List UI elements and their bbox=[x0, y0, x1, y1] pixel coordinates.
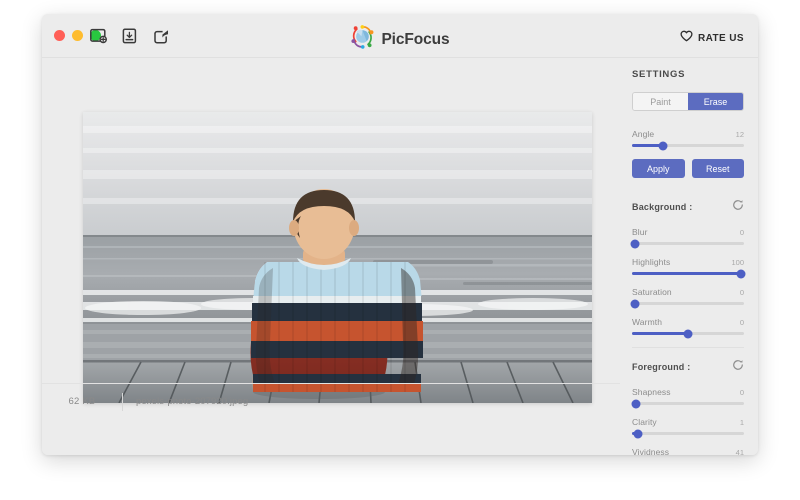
foreground-title: Foreground : bbox=[632, 362, 691, 372]
slider-bg-warmth-label: Warmth bbox=[632, 317, 663, 327]
slider-clarity-knob[interactable] bbox=[633, 429, 643, 438]
statusbar: 62 KB pexels-photo-207920.jpeg bbox=[42, 383, 620, 419]
slider-sharpness-value: 0 bbox=[739, 388, 744, 397]
slider-bg-warmth-head: Warmth 0 bbox=[632, 317, 744, 327]
refresh-icon[interactable] bbox=[732, 358, 744, 376]
foreground-section: Foreground : Shapness 0 Clarity 1 Vividn… bbox=[631, 358, 744, 455]
save-photo-icon[interactable] bbox=[119, 25, 141, 47]
titlebar: PicFocus RATE US bbox=[42, 14, 758, 58]
mode-segmented-control: Paint Erase bbox=[632, 92, 744, 111]
slider-vividness: Vividness 41 bbox=[632, 447, 744, 455]
slider-highlights-value: 100 bbox=[731, 258, 744, 267]
apply-button[interactable]: Apply bbox=[632, 159, 685, 178]
share-icon[interactable] bbox=[150, 25, 172, 47]
slider-clarity-track[interactable] bbox=[632, 429, 744, 438]
slider-sharpness: Shapness 0 bbox=[631, 387, 744, 408]
picfocus-logo-icon bbox=[350, 25, 374, 54]
window-body: 62 KB pexels-photo-207920.jpeg SETTINGS … bbox=[42, 58, 758, 455]
slider-blur-value: 0 bbox=[739, 228, 744, 237]
slider-highlights-fill bbox=[632, 272, 742, 275]
angle-slider-head: Angle 12 bbox=[632, 129, 744, 139]
angle-slider-track[interactable] bbox=[632, 141, 744, 150]
brand: PicFocus bbox=[350, 25, 450, 54]
slider-highlights-knob[interactable] bbox=[736, 269, 746, 278]
slider-saturation-knob[interactable] bbox=[630, 299, 640, 308]
background-title: Background : bbox=[632, 202, 693, 212]
slider-vividness-value: 41 bbox=[735, 448, 744, 455]
background-section: Background : Blur 0 Highlights 100 Satur… bbox=[630, 198, 746, 338]
slider-clarity-value: 1 bbox=[739, 418, 744, 427]
angle-slider-knob[interactable] bbox=[658, 141, 668, 150]
background-sliders: Blur 0 Highlights 100 Saturation 0 Warmt… bbox=[630, 227, 746, 338]
slider-bg-warmth-fill bbox=[632, 332, 688, 335]
slider-sharpness-track[interactable] bbox=[631, 399, 744, 408]
slider-saturation-label: Saturation bbox=[632, 287, 672, 297]
close-button[interactable] bbox=[54, 30, 65, 41]
rate-us-button[interactable]: RATE US bbox=[680, 29, 744, 47]
angle-value: 12 bbox=[735, 130, 744, 139]
slider-blur-track[interactable] bbox=[630, 239, 744, 248]
file-name: pexels-photo-207920.jpeg bbox=[136, 396, 249, 407]
slider-vividness-head: Vividness 41 bbox=[632, 447, 744, 455]
slider-saturation-track[interactable] bbox=[630, 299, 744, 308]
slider-sharpness-knob[interactable] bbox=[631, 399, 641, 408]
slider-clarity-label: Clarity bbox=[632, 417, 657, 427]
action-buttons: Apply Reset bbox=[632, 159, 744, 178]
settings-title: SETTINGS bbox=[632, 69, 686, 80]
foreground-section-head: Foreground : bbox=[632, 358, 744, 376]
angle-label: Angle bbox=[632, 129, 655, 139]
slider-saturation: Saturation 0 bbox=[630, 287, 744, 308]
slider-blur: Blur 0 bbox=[630, 227, 744, 248]
slider-blur-head: Blur 0 bbox=[632, 227, 744, 237]
canvas-area: 62 KB pexels-photo-207920.jpeg bbox=[42, 58, 620, 419]
slider-highlights: Highlights 100 bbox=[632, 257, 746, 278]
foreground-sliders: Shapness 0 Clarity 1 Vividness 41 bbox=[631, 387, 744, 455]
mode-erase-button[interactable]: Erase bbox=[688, 93, 743, 110]
toolbar bbox=[88, 25, 172, 47]
section-divider bbox=[632, 347, 744, 348]
mode-paint-button[interactable]: Paint bbox=[633, 93, 688, 110]
slider-saturation-head: Saturation 0 bbox=[632, 287, 744, 297]
slider-bg-warmth: Warmth 0 bbox=[632, 317, 744, 338]
app-window: PicFocus RATE US 62 KB pexels-photo-2079… bbox=[42, 14, 758, 455]
photo-image bbox=[83, 112, 592, 403]
app-root: PicFocus RATE US 62 KB pexels-photo-2079… bbox=[0, 0, 800, 500]
slider-clarity: Clarity 1 bbox=[632, 417, 744, 438]
refresh-icon[interactable] bbox=[732, 198, 744, 216]
reset-button[interactable]: Reset bbox=[691, 159, 744, 178]
slider-bg-warmth-value: 0 bbox=[739, 318, 744, 327]
brand-name: PicFocus bbox=[381, 30, 450, 48]
photo-canvas[interactable] bbox=[83, 112, 592, 403]
background-section-head: Background : bbox=[632, 198, 744, 216]
slider-blur-label: Blur bbox=[632, 227, 648, 237]
slider-vividness-label: Vividness bbox=[632, 447, 670, 455]
slider-highlights-track[interactable] bbox=[632, 269, 746, 278]
slider-clarity-head: Clarity 1 bbox=[632, 417, 744, 427]
minimize-button[interactable] bbox=[72, 30, 83, 41]
angle-slider-row: Angle 12 bbox=[632, 129, 744, 150]
file-size: 62 KB bbox=[68, 396, 96, 407]
settings-panel: SETTINGS Paint Erase Angle 12 Apply Rese… bbox=[620, 58, 758, 455]
slider-highlights-label: Highlights bbox=[632, 257, 671, 267]
heart-icon bbox=[680, 29, 693, 47]
slider-bg-warmth-track[interactable] bbox=[632, 329, 744, 338]
slider-sharpness-label: Shapness bbox=[632, 387, 671, 397]
add-photo-icon[interactable] bbox=[88, 25, 110, 47]
slider-saturation-value: 0 bbox=[739, 288, 744, 297]
slider-highlights-head: Highlights 100 bbox=[632, 257, 744, 267]
slider-sharpness-head: Shapness 0 bbox=[632, 387, 744, 397]
rate-us-label: RATE US bbox=[698, 32, 744, 44]
slider-blur-knob[interactable] bbox=[630, 239, 640, 248]
slider-bg-warmth-knob[interactable] bbox=[683, 329, 693, 338]
